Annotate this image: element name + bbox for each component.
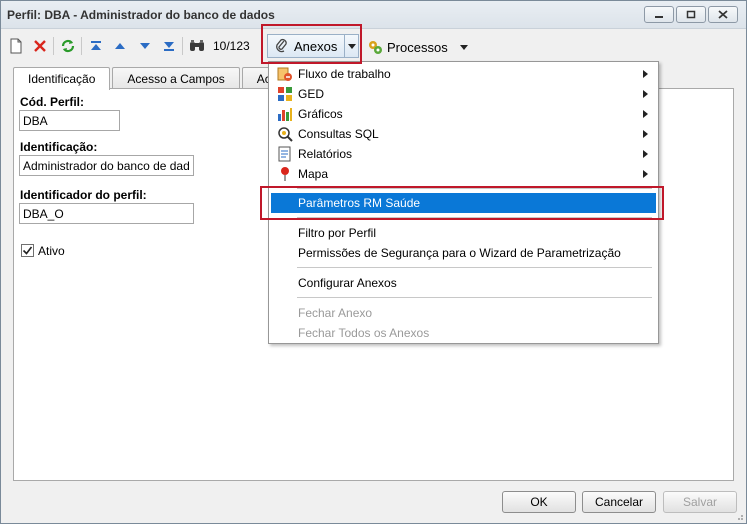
anexos-button[interactable]: Anexos (267, 34, 359, 58)
cancel-button[interactable]: Cancelar (582, 491, 656, 513)
next-record-icon (140, 43, 150, 49)
first-record-button[interactable] (87, 37, 105, 55)
last-record-icon (164, 42, 174, 51)
chevron-right-icon (643, 170, 648, 178)
report-icon (278, 146, 291, 162)
identificacao-input[interactable] (19, 155, 194, 176)
minimize-icon (655, 15, 663, 18)
map-pin-icon (281, 167, 289, 181)
menu-item-configurar-anexos[interactable]: Configurar Anexos (271, 273, 656, 293)
tab-identificacao[interactable]: Identificação (13, 67, 111, 90)
checkmark-icon (22, 246, 33, 255)
new-record-button[interactable] (7, 37, 25, 55)
menu-item-label: Mapa (298, 167, 329, 181)
tab-acesso-campos[interactable]: Acesso a Campos (112, 67, 240, 89)
menu-item-label: Fluxo de trabalho (298, 67, 391, 81)
menu-separator (297, 267, 652, 268)
chevron-down-icon (347, 43, 356, 49)
minimize-button[interactable] (644, 6, 674, 23)
maximize-button[interactable] (676, 6, 706, 23)
menu-item-graficos[interactable]: Gráficos (271, 104, 656, 124)
toolbar: 10/123 Anexos Processos (1, 29, 746, 61)
menu-item-fluxo-trabalho[interactable]: Fluxo de trabalho (271, 64, 656, 84)
menu-separator (297, 188, 652, 189)
refresh-icon (61, 39, 75, 53)
menu-item-label: Gráficos (298, 107, 343, 121)
menu-item-parametros-rm-saude[interactable]: Parâmetros RM Saúde (271, 193, 656, 213)
processos-label: Processos (387, 39, 448, 55)
title-bar: Perfil: DBA - Administrador do banco de … (1, 1, 746, 29)
new-document-icon (10, 38, 22, 54)
previous-record-button[interactable] (111, 37, 129, 55)
menu-item-fechar-anexo[interactable]: Fechar Anexo (271, 303, 656, 323)
sql-query-icon (278, 127, 293, 142)
bottom-button-bar: OK Cancelar Salvar (1, 483, 746, 523)
anexos-dropdown-arrow[interactable] (344, 35, 358, 57)
chevron-down-icon (459, 44, 468, 50)
menu-item-label: GED (298, 87, 325, 101)
window-controls (644, 6, 738, 23)
ativo-label: Ativo (38, 244, 65, 258)
ativo-checkbox[interactable] (21, 244, 34, 257)
menu-item-label: Configurar Anexos (298, 276, 397, 290)
anexos-dropdown-menu: Fluxo de trabalho GED Gráficos Consultas… (268, 61, 659, 344)
cod-perfil-input[interactable] (19, 110, 120, 131)
menu-item-relatorios[interactable]: Relatórios (271, 144, 656, 164)
record-counter: 10/123 (213, 39, 250, 53)
paperclip-icon (276, 38, 287, 53)
first-record-icon (91, 41, 101, 50)
menu-separator (297, 297, 652, 298)
menu-item-label: Fechar Anexo (298, 306, 373, 320)
previous-record-icon (115, 43, 125, 49)
bar-chart-icon (278, 108, 292, 121)
menu-item-consultas-sql[interactable]: Consultas SQL (271, 124, 656, 144)
chevron-right-icon (643, 90, 648, 98)
toolbar-separator (53, 37, 54, 55)
resize-grip-icon[interactable] (734, 511, 744, 521)
toolbar-separator (81, 37, 82, 55)
menu-item-fechar-todos-anexos[interactable]: Fechar Todos os Anexos (271, 323, 656, 343)
save-button[interactable]: Salvar (663, 491, 737, 513)
chevron-right-icon (643, 150, 648, 158)
ok-button[interactable]: OK (502, 491, 576, 513)
next-record-button[interactable] (136, 37, 154, 55)
close-icon (718, 10, 728, 19)
delete-record-button[interactable] (31, 37, 49, 55)
menu-item-label: Parâmetros RM Saúde (298, 196, 421, 210)
menu-item-label: Consultas SQL (298, 127, 379, 141)
refresh-button[interactable] (59, 37, 77, 55)
identificador-label: Identificador do perfil: (20, 188, 147, 202)
menu-item-label: Fechar Todos os Anexos (298, 326, 430, 340)
maximize-icon (686, 10, 696, 19)
find-record-button[interactable] (188, 37, 206, 55)
window-title: Perfil: DBA - Administrador do banco de … (7, 8, 275, 22)
menu-item-label: Permissões de Segurança para o Wizard de… (298, 246, 621, 260)
workflow-icon (277, 67, 292, 81)
chevron-right-icon (643, 130, 648, 138)
menu-item-label: Relatórios (298, 147, 353, 161)
chevron-right-icon (643, 70, 648, 78)
chevron-right-icon (643, 110, 648, 118)
menu-item-mapa[interactable]: Mapa (271, 164, 656, 184)
anexos-label: Anexos (294, 38, 338, 54)
close-window-button[interactable] (708, 6, 738, 23)
delete-x-icon (34, 40, 46, 52)
menu-item-label: Filtro por Perfil (298, 226, 377, 240)
identificador-input[interactable] (19, 203, 194, 224)
binoculars-icon (190, 40, 204, 51)
toolbar-separator (182, 37, 183, 55)
gears-icon (369, 41, 382, 54)
menu-item-ged[interactable]: GED (271, 84, 656, 104)
last-record-button[interactable] (160, 37, 178, 55)
menu-separator (297, 217, 652, 218)
tab-strip: Identificação Acesso a Campos Ace (13, 67, 294, 90)
ged-icon (278, 87, 292, 101)
cod-perfil-label: Cód. Perfil: (20, 95, 85, 109)
menu-item-filtro-perfil[interactable]: Filtro por Perfil (271, 223, 656, 243)
menu-item-permissoes-wizard[interactable]: Permissões de Segurança para o Wizard de… (271, 243, 656, 263)
identificacao-label: Identificação: (20, 140, 98, 154)
processos-button[interactable]: Processos (367, 39, 468, 55)
